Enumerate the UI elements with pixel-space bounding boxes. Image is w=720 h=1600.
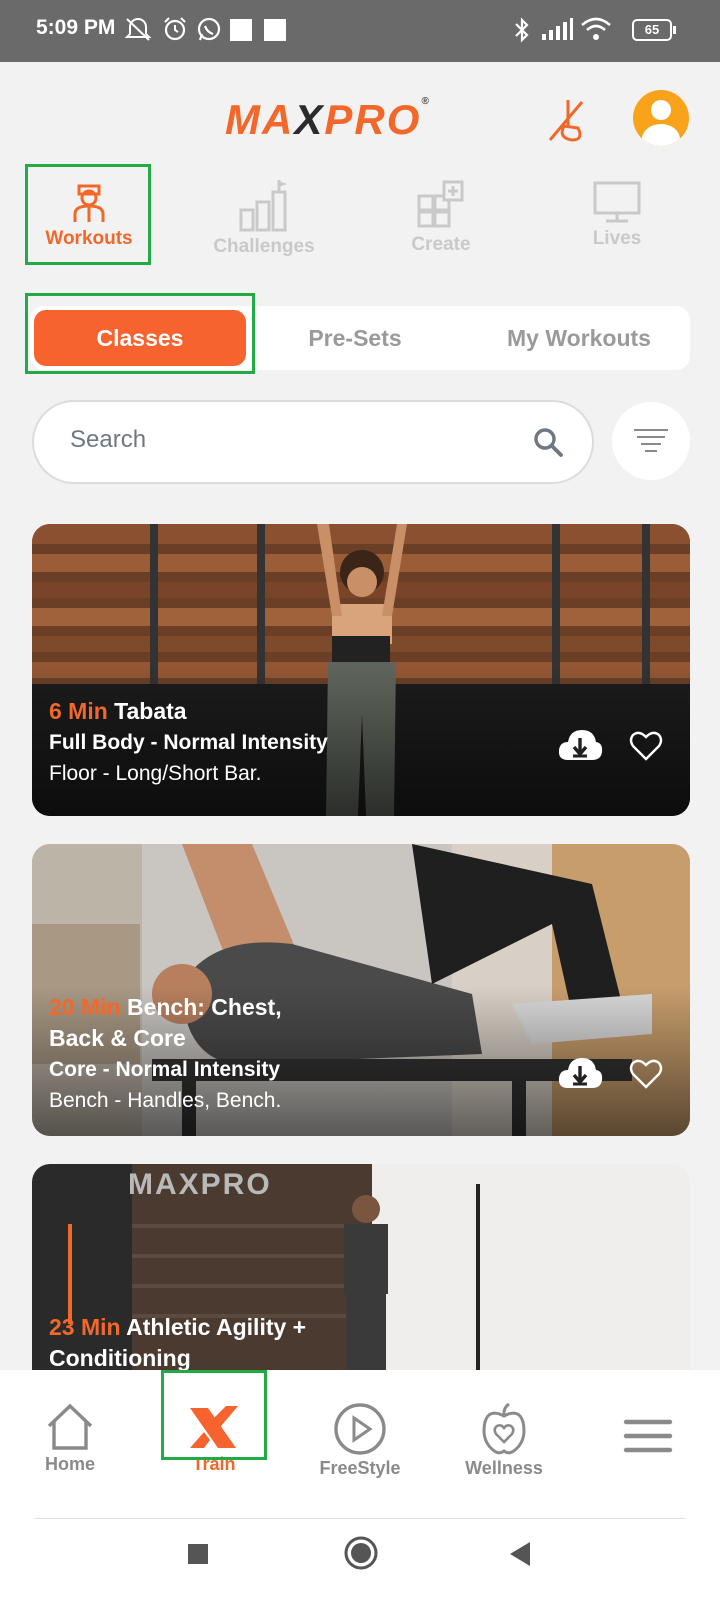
card-subtitle: Full Body - Normal Intensity	[49, 731, 328, 754]
notification-square	[264, 19, 286, 41]
alarm-icon	[162, 16, 188, 49]
bar-tool-icon[interactable]	[544, 96, 590, 144]
maxpro-logo: MAXPRO®	[225, 96, 431, 143]
nav-home[interactable]: Home	[10, 1402, 130, 1475]
tab-challenges[interactable]: Challenges	[203, 168, 325, 264]
mute-icon	[124, 16, 152, 49]
tab-label: Lives	[592, 228, 642, 249]
profile-avatar[interactable]	[633, 90, 689, 146]
apple-heart-icon	[482, 1402, 526, 1455]
status-bar: 5:09 PM 65	[0, 0, 720, 62]
wifi-icon	[580, 16, 612, 49]
tab-lives[interactable]: Lives	[556, 168, 678, 264]
class-card[interactable]: 20 Min Bench: Chest, Back & Core Core - …	[32, 844, 690, 1136]
bluetooth-icon	[512, 16, 532, 51]
notification-square	[230, 19, 252, 41]
filter-button[interactable]	[612, 402, 690, 480]
highlight-box	[161, 1370, 267, 1460]
filter-icon	[634, 429, 668, 452]
nav-freestyle[interactable]: FreeStyle	[300, 1402, 420, 1479]
status-time: 5:09 PM	[36, 16, 116, 39]
maxpro-fitness-wall-logo: MAXPRO	[128, 1168, 272, 1201]
nav-wellness[interactable]: Wellness	[444, 1402, 564, 1479]
battery-indicator: 65	[632, 19, 676, 41]
highlight-box	[25, 164, 151, 265]
card-title: 6 Min Tabata	[49, 698, 187, 724]
segment-pre-sets[interactable]: Pre-Sets	[260, 310, 450, 366]
segment-my-workouts[interactable]: My Workouts	[470, 310, 688, 366]
search-icon[interactable]	[532, 426, 564, 463]
nav-divider	[34, 1518, 686, 1519]
card-title-line2: Back & Core	[49, 1025, 186, 1051]
download-icon[interactable]	[556, 726, 604, 766]
recent-apps-icon[interactable]	[186, 1542, 210, 1566]
card-equipment: Floor - Long/Short Bar.	[49, 762, 262, 785]
nav-label: Home	[44, 1454, 95, 1474]
home-icon	[47, 1403, 93, 1450]
heart-icon[interactable]	[628, 1056, 664, 1092]
search-input[interactable]: Search	[32, 400, 594, 484]
card-title: 23 Min Athletic Agility +	[49, 1314, 307, 1340]
tab-create[interactable]: Create	[380, 168, 502, 264]
card-subtitle: Core - Normal Intensity	[49, 1058, 281, 1081]
download-icon[interactable]	[556, 1054, 604, 1094]
grid-plus-icon	[417, 180, 464, 228]
menu-icon	[623, 1419, 673, 1453]
nav-label: FreeStyle	[319, 1458, 401, 1478]
class-card[interactable]: MAXPRO 23 Min Athletic Agility + Conditi…	[32, 1164, 690, 1370]
card-title: 20 Min Bench: Chest,	[49, 994, 282, 1020]
highlight-box	[25, 293, 255, 374]
back-icon[interactable]	[508, 1540, 532, 1568]
nav-menu[interactable]	[588, 1416, 708, 1456]
tab-label: Challenges	[213, 236, 315, 257]
play-circle-icon	[334, 1403, 386, 1455]
card-equipment: Bench - Handles, Bench.	[49, 1089, 282, 1112]
card-title-line2: Conditioning	[49, 1345, 191, 1370]
tab-label: Create	[411, 234, 471, 255]
system-navigation-bar	[0, 1520, 720, 1600]
podium-flag-icon	[239, 180, 287, 232]
class-card[interactable]: 6 Min Tabata Full Body - Normal Intensit…	[32, 524, 690, 816]
nav-label: Wellness	[465, 1458, 543, 1478]
home-circle-icon[interactable]	[344, 1536, 378, 1570]
monitor-icon	[593, 181, 641, 223]
search-placeholder: Search	[70, 426, 147, 453]
bottom-nav: Home Train FreeStyle Wellness	[0, 1370, 720, 1520]
signal-icon	[540, 16, 574, 49]
whatsapp-icon	[196, 16, 222, 49]
heart-icon[interactable]	[628, 728, 664, 764]
